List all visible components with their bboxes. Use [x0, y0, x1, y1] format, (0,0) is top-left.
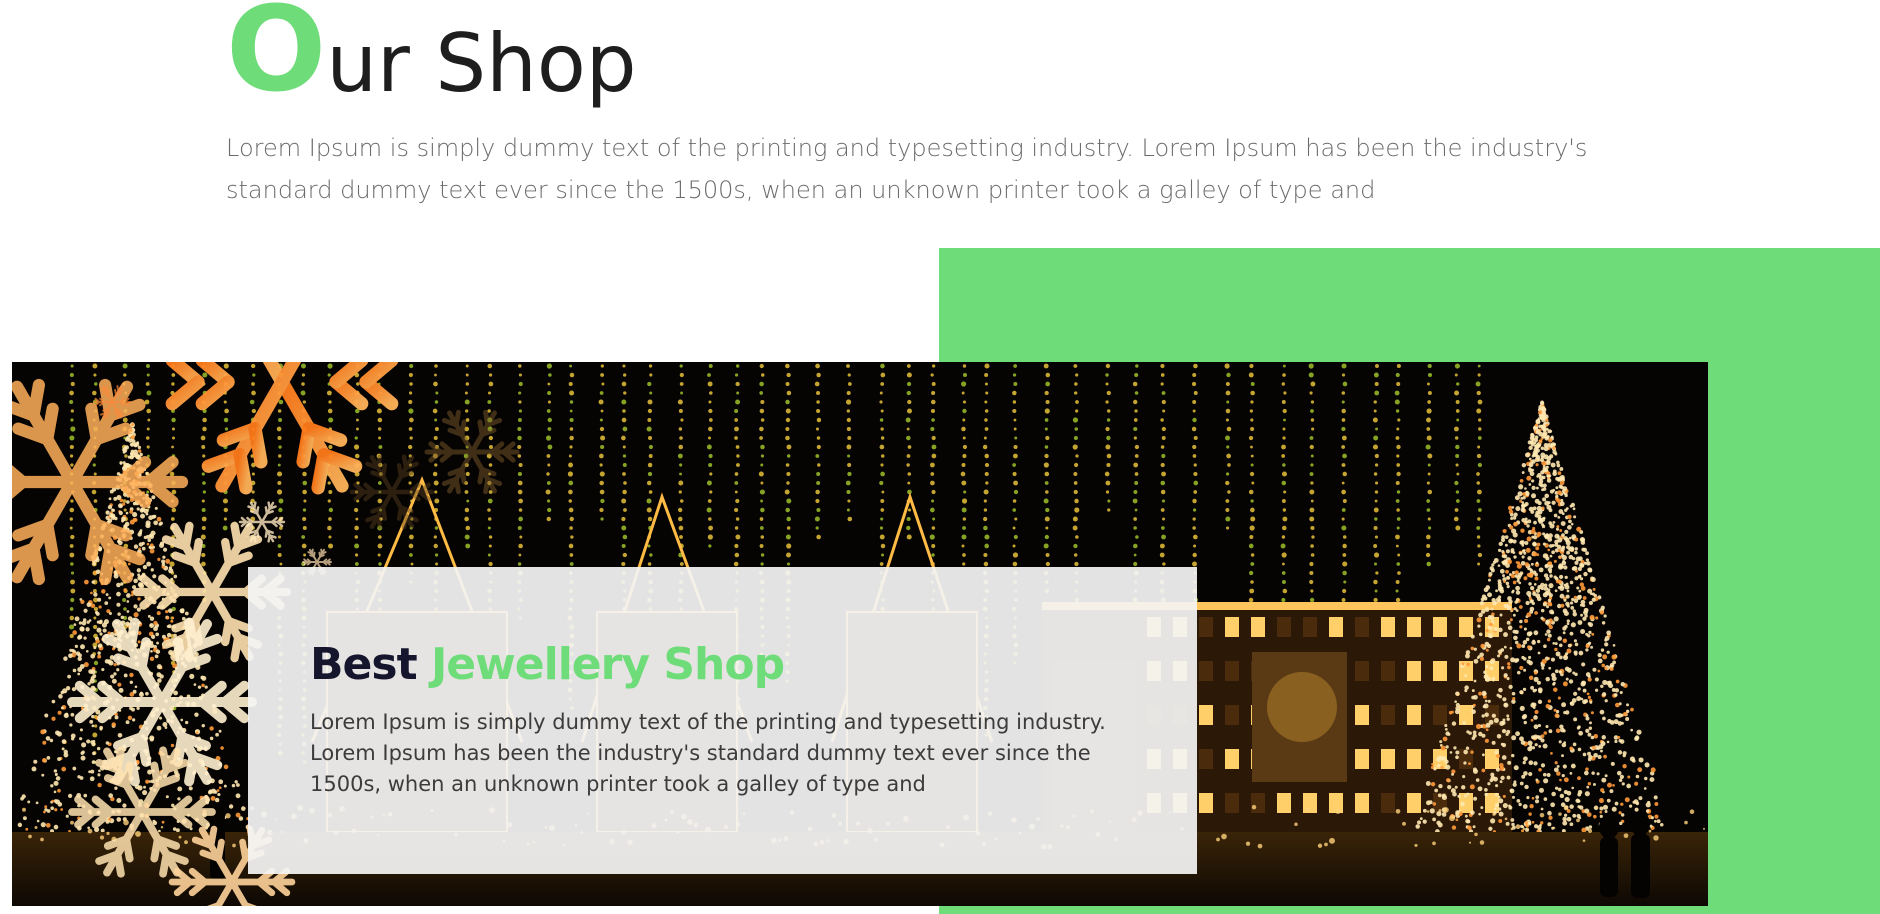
our-shop-section: O ur Shop Lorem Ipsum is simply dummy te… — [0, 0, 1880, 914]
title-initial-letter: O — [226, 0, 326, 118]
title-rest: ur Shop — [326, 17, 637, 110]
feature-description: Lorem Ipsum is simply dummy text of the … — [310, 710, 1106, 796]
feature-title-green: Jewellery Shop — [430, 639, 785, 690]
feature-title: Best Jewellery Shop — [310, 639, 785, 690]
section-title: O ur Shop — [226, 0, 637, 110]
feature-card: Best Jewellery Shop Lorem Ipsum is simpl… — [248, 567, 1197, 874]
section-intro: Lorem Ipsum is simply dummy text of the … — [226, 134, 1588, 204]
feature-title-dark: Best — [310, 639, 418, 690]
